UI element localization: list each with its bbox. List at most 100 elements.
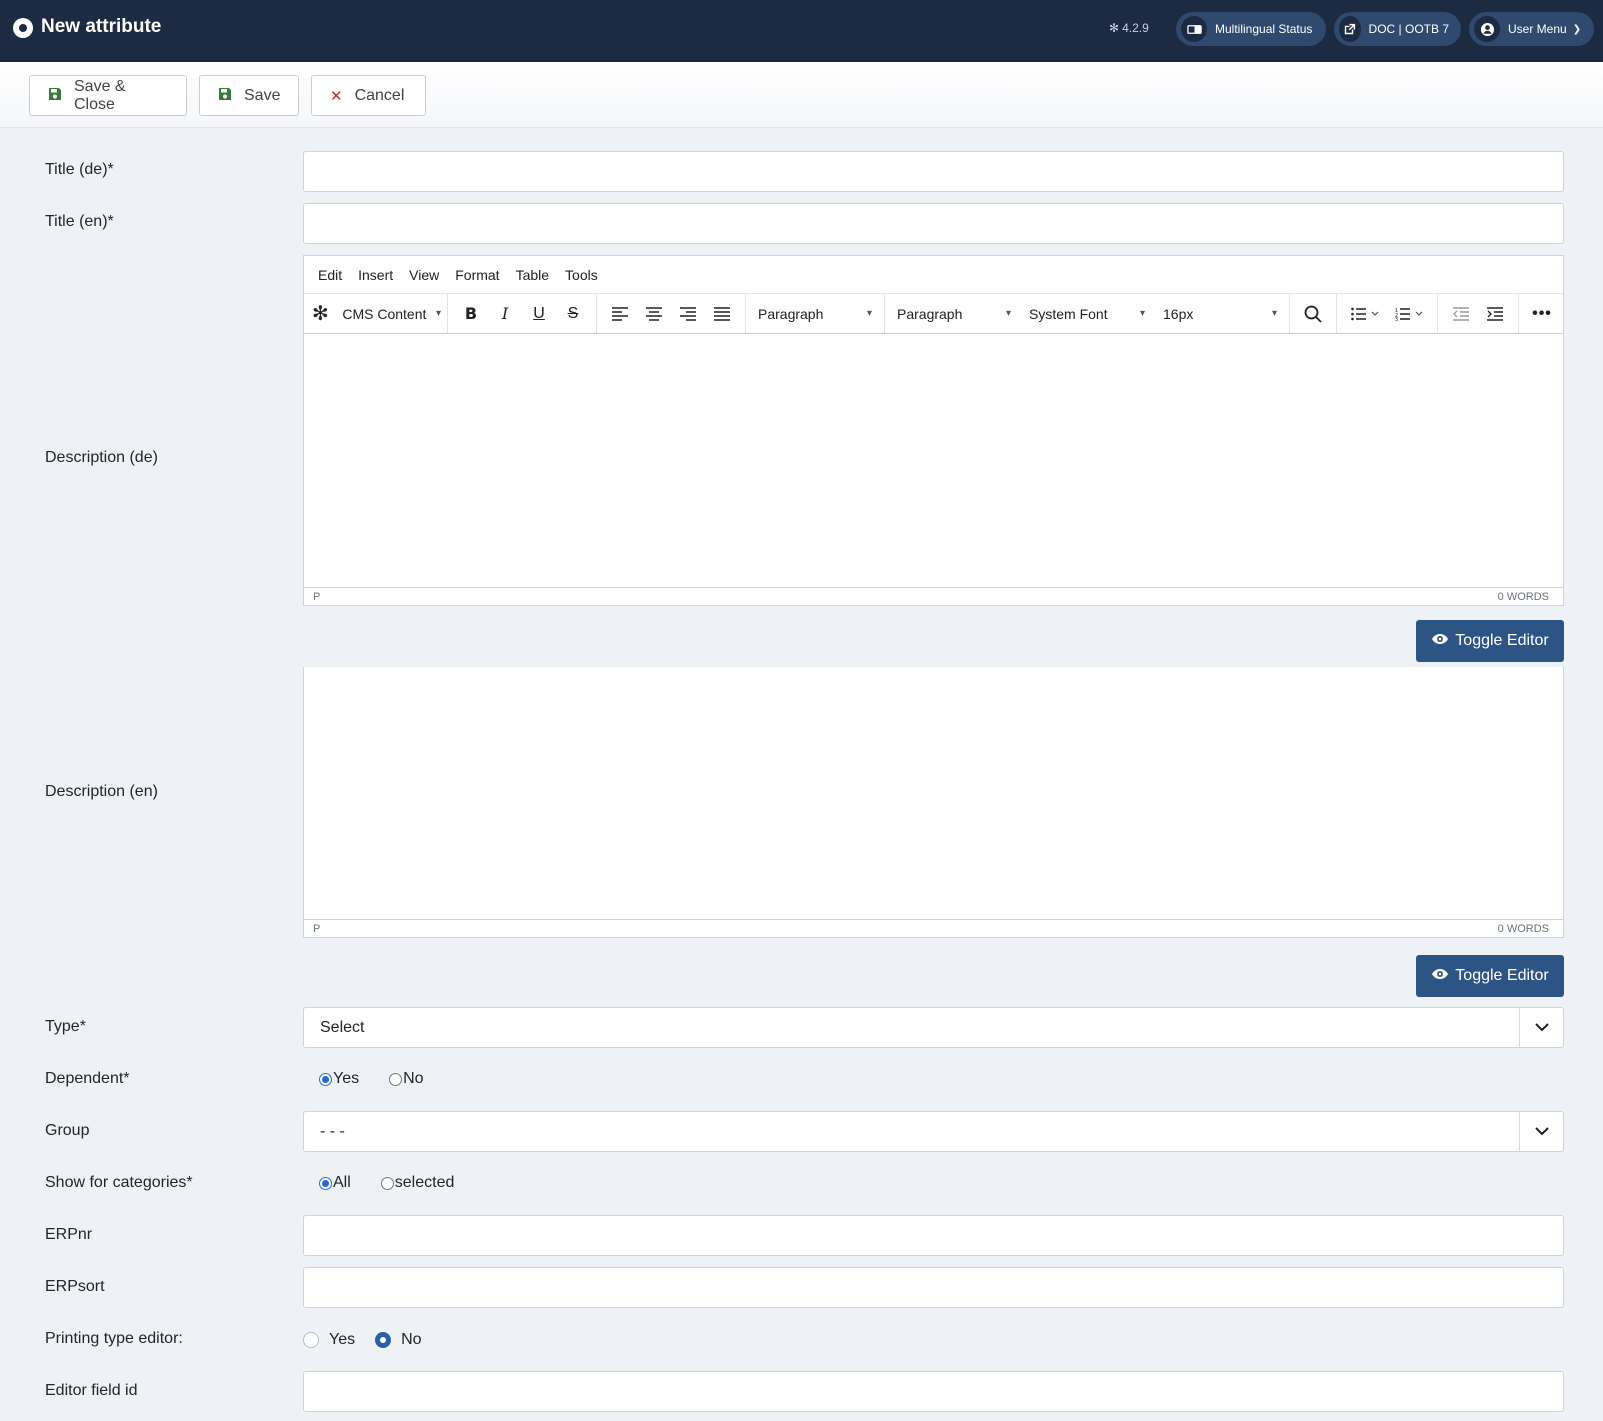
chevron-down-icon: ▾ <box>866 308 872 319</box>
align-center-icon[interactable] <box>637 299 671 329</box>
block-format-dropdown[interactable]: Paragraph ▾ <box>752 299 878 329</box>
categories-all-option[interactable]: All <box>319 1174 351 1192</box>
font-family-dropdown[interactable]: System Font ▾ <box>1023 299 1151 329</box>
site-link-button[interactable]: DOC | OOTB 7 <box>1334 12 1461 46</box>
indent-icon[interactable] <box>1478 299 1512 329</box>
align-justify-icon[interactable] <box>705 299 739 329</box>
printing-yes-option[interactable]: Yes <box>303 1331 355 1349</box>
chevron-down-icon <box>1519 1112 1563 1151</box>
toggle-editor-label: Toggle Editor <box>1455 967 1549 984</box>
dependent-no-option[interactable]: No <box>389 1070 424 1088</box>
more-icon[interactable]: ••• <box>1525 299 1559 329</box>
erpnr-label: ERPnr <box>45 1226 93 1243</box>
cancel-label: Cancel <box>354 86 405 104</box>
printing-yes-label: Yes <box>329 1331 356 1348</box>
description-de-content[interactable] <box>304 334 1563 587</box>
circle-dot-icon <box>13 18 33 38</box>
cms-content-group: ✻ CMS Content ▾ <box>304 294 448 333</box>
cms-content-dropdown[interactable]: ✻ CMS Content ▾ <box>310 299 441 329</box>
save-button[interactable]: Save <box>199 75 299 116</box>
categories-radio-group: All selected <box>319 1174 454 1192</box>
list-group: 123 <box>1337 294 1438 333</box>
title-en-label: Title (en)* <box>45 213 114 230</box>
group-value: - - - <box>320 1122 345 1140</box>
search-group <box>1290 294 1337 333</box>
group-select[interactable]: - - - <box>303 1111 1564 1152</box>
chevron-down-icon: ❯ <box>1572 23 1582 35</box>
font-family-group: System Font ▾ <box>1023 294 1151 333</box>
title-en-input[interactable] <box>303 203 1564 244</box>
font-size-dropdown[interactable]: 16px ▾ <box>1157 299 1283 329</box>
action-toolbar: Save & Close Save ✕ Cancel <box>0 62 1603 128</box>
toggle-editor-de-button[interactable]: Toggle Editor <box>1416 620 1564 662</box>
editor-field-id-input[interactable] <box>303 1371 1564 1412</box>
italic-icon[interactable]: I <box>488 299 522 329</box>
title-de-label: Title (de)* <box>45 161 114 178</box>
bullet-list-icon[interactable] <box>1343 299 1387 329</box>
menu-tools[interactable]: Tools <box>565 267 598 283</box>
toggle-editor-label: Toggle Editor <box>1455 632 1549 649</box>
multilingual-status-label: Multilingual Status <box>1215 22 1313 36</box>
font-size-group: 16px ▾ <box>1151 294 1290 333</box>
align-left-icon[interactable] <box>603 299 637 329</box>
multilingual-status-button[interactable]: Multilingual Status <box>1176 12 1326 46</box>
user-menu-button[interactable]: User Menu ❯ <box>1469 12 1594 46</box>
cms-content-label: CMS Content <box>342 305 427 322</box>
element-path: P <box>313 922 321 935</box>
strikethrough-icon[interactable]: S <box>556 299 590 329</box>
radio-no[interactable] <box>389 1072 403 1086</box>
chevron-down-icon: ▾ <box>435 308 441 319</box>
radio-yes[interactable] <box>303 1332 319 1348</box>
erpnr-input[interactable] <box>303 1215 1564 1256</box>
categories-all-label: All <box>333 1174 351 1191</box>
save-icon <box>218 87 232 105</box>
printing-no-option[interactable]: No <box>375 1331 422 1349</box>
group-label: Group <box>45 1122 90 1139</box>
radio-all[interactable] <box>319 1176 332 1190</box>
erpsort-input[interactable] <box>303 1267 1564 1308</box>
categories-selected-option[interactable]: selected <box>380 1174 454 1192</box>
dependent-yes-option[interactable]: Yes <box>319 1070 359 1088</box>
description-en-content[interactable] <box>304 667 1563 919</box>
word-count: 0 WORDS <box>1497 590 1549 603</box>
menu-view[interactable]: View <box>409 267 439 283</box>
style-format-dropdown[interactable]: Paragraph ▾ <box>891 299 1017 329</box>
numbered-list-icon[interactable]: 123 <box>1387 299 1431 329</box>
dependent-radio-group: Yes No <box>319 1070 424 1088</box>
chevron-down-icon: ▾ <box>1271 308 1277 319</box>
type-label: Type* <box>45 1018 86 1035</box>
site-link-label: DOC | OOTB 7 <box>1368 22 1449 36</box>
printing-no-label: No <box>401 1331 422 1348</box>
type-select[interactable]: Select <box>303 1007 1564 1048</box>
menu-insert[interactable]: Insert <box>358 267 393 283</box>
chevron-down-icon <box>1519 1008 1563 1047</box>
element-path: P <box>313 590 321 603</box>
cancel-button[interactable]: ✕ Cancel <box>311 75 426 116</box>
editor-menubar: Edit Insert View Format Table Tools <box>304 256 1563 294</box>
description-en-label: Description (en) <box>45 783 158 800</box>
menu-edit[interactable]: Edit <box>318 267 342 283</box>
radio-no[interactable] <box>375 1332 392 1348</box>
radio-selected[interactable] <box>380 1176 394 1190</box>
joomla-icon: ✻ <box>1109 21 1120 35</box>
outdent-icon[interactable] <box>1444 299 1478 329</box>
save-close-label: Save & Close <box>74 77 126 113</box>
align-right-icon[interactable] <box>671 299 705 329</box>
toggle-editor-en-button[interactable]: Toggle Editor <box>1416 955 1564 997</box>
bold-icon[interactable]: B <box>454 299 488 329</box>
menu-format[interactable]: Format <box>455 267 499 283</box>
font-size-value: 16px <box>1163 305 1194 322</box>
version-info: ✻ 4.2.9 <box>1109 21 1149 35</box>
save-close-button[interactable]: Save & Close <box>29 75 187 116</box>
dependent-yes-label: Yes <box>333 1070 360 1087</box>
indent-group <box>1438 294 1519 333</box>
menu-table[interactable]: Table <box>516 267 549 283</box>
user-icon <box>1474 16 1500 42</box>
underline-icon[interactable]: U <box>522 299 556 329</box>
search-icon[interactable] <box>1296 299 1330 329</box>
close-icon: ✕ <box>330 87 343 105</box>
radio-yes[interactable] <box>319 1072 332 1086</box>
save-icon <box>48 87 62 105</box>
title-de-input[interactable] <box>303 151 1564 192</box>
description-de-label: Description (de) <box>45 449 158 466</box>
